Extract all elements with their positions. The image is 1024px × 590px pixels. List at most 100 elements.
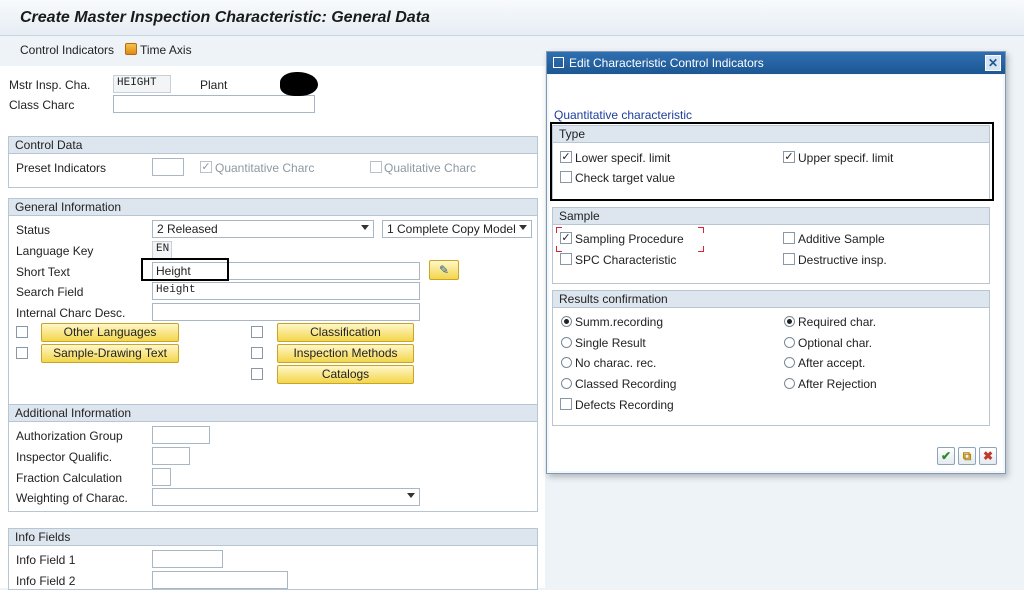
- edit-window-icon: [553, 57, 564, 68]
- language-key-field[interactable]: EN: [152, 241, 172, 259]
- status-select[interactable]: 2 Released: [152, 220, 374, 238]
- status-value: 2 Released: [157, 222, 218, 236]
- focus-corner: [698, 246, 704, 252]
- plant-label: Plant: [200, 78, 228, 92]
- class-charc-label: Class Charc: [9, 98, 75, 112]
- optional-char-radio[interactable]: [784, 337, 795, 348]
- qualitative-charc-label: Qualitative Charc: [384, 161, 477, 175]
- weighting-label: Weighting of Charac.: [16, 491, 128, 505]
- chevron-down-icon: [407, 493, 415, 498]
- after-accept-radio[interactable]: [784, 357, 795, 368]
- results-confirmation-header: Results confirmation: [553, 291, 989, 308]
- single-result-radio[interactable]: [561, 337, 572, 348]
- chevron-down-icon: [519, 225, 527, 230]
- defects-recording-checkbox[interactable]: [560, 398, 572, 410]
- sample-header: Sample: [553, 208, 989, 225]
- additional-information-header: Additional Information: [9, 405, 537, 422]
- control-indicators-button[interactable]: Control Indicators: [20, 43, 114, 57]
- additive-sample-label: Additive Sample: [798, 232, 885, 246]
- copy-model-select[interactable]: 1 Complete Copy Model: [382, 220, 532, 238]
- fraction-calculation-field[interactable]: [152, 468, 171, 486]
- authorization-group-field[interactable]: [152, 426, 210, 444]
- catalogs-checkbox[interactable]: [251, 368, 263, 380]
- spc-characteristic-label: SPC Characteristic: [575, 253, 677, 267]
- no-charac-rec-label: No charac. rec.: [575, 356, 657, 370]
- info-field-2-label: Info Field 2: [16, 574, 76, 588]
- time-axis-button[interactable]: Time Axis: [125, 43, 192, 57]
- after-accept-label: After accept.: [798, 356, 866, 370]
- control-data-header: Control Data: [9, 137, 537, 154]
- internal-charc-field[interactable]: [152, 303, 420, 321]
- sample-drawing-button[interactable]: Sample-Drawing Text: [41, 344, 179, 363]
- inspector-qualific-label: Inspector Qualific.: [16, 450, 113, 464]
- results-confirmation-group: Results confirmation Summ.recording Sing…: [552, 290, 990, 426]
- info-field-1-input[interactable]: [152, 550, 223, 568]
- page-title: Create Master Inspection Characteristic:…: [20, 9, 430, 26]
- edit-long-text-button[interactable]: ✎: [429, 260, 459, 280]
- inspection-methods-button[interactable]: Inspection Methods: [277, 344, 414, 363]
- qualitative-charc-checkbox[interactable]: [370, 161, 382, 173]
- weighting-select[interactable]: [152, 488, 420, 506]
- spc-characteristic-checkbox[interactable]: [560, 253, 572, 265]
- sample-drawing-checkbox[interactable]: [16, 347, 28, 359]
- preset-indicators-field[interactable]: [152, 158, 184, 176]
- sample-group: Sample ✓ Sampling Procedure Additive Sam…: [552, 207, 990, 284]
- classification-button[interactable]: Classification: [277, 323, 414, 342]
- info-field-2-input[interactable]: [152, 571, 288, 589]
- copy-button[interactable]: ⧉: [958, 447, 976, 465]
- search-field-input[interactable]: Height: [152, 282, 420, 300]
- summ-recording-label: Summ.recording: [575, 315, 664, 329]
- catalogs-button[interactable]: Catalogs: [277, 365, 414, 384]
- redaction-mark: [280, 72, 318, 96]
- info-fields-group: Info Fields Info Field 1 Info Field 2: [8, 528, 538, 590]
- mstr-insp-label: Mstr Insp. Cha.: [9, 78, 91, 92]
- other-languages-button[interactable]: Other Languages: [41, 323, 179, 342]
- class-charc-field[interactable]: [113, 95, 315, 113]
- dialog-title: Edit Characteristic Control Indicators: [569, 56, 764, 70]
- focus-corner: [698, 227, 704, 233]
- general-information-header: General Information: [9, 199, 537, 216]
- time-axis-icon: [125, 43, 137, 55]
- sampling-procedure-checkbox[interactable]: ✓: [560, 232, 572, 244]
- classed-recording-label: Classed Recording: [575, 377, 677, 391]
- preset-indicators-label: Preset Indicators: [16, 161, 107, 175]
- summ-recording-radio[interactable]: [561, 316, 572, 327]
- additional-information-group: Additional Information Authorization Gro…: [8, 404, 538, 512]
- copy-model-value: 1 Complete Copy Model: [387, 222, 516, 236]
- fraction-calculation-label: Fraction Calculation: [16, 471, 123, 485]
- destructive-insp-checkbox[interactable]: [783, 253, 795, 265]
- dialog-subtitle: Quantitative characteristic: [554, 108, 693, 122]
- authorization-group-label: Authorization Group: [16, 429, 123, 443]
- info-field-1-label: Info Field 1: [16, 553, 76, 567]
- pencil-icon: ✎: [438, 263, 450, 277]
- short-text-label: Short Text: [16, 265, 70, 279]
- quantitative-charc-label: Quantitative Charc: [215, 161, 315, 175]
- classification-checkbox[interactable]: [251, 326, 263, 338]
- chevron-down-icon: [361, 225, 369, 230]
- type-highlight: [550, 122, 994, 201]
- inspection-methods-checkbox[interactable]: [251, 347, 263, 359]
- focus-corner: [556, 246, 562, 252]
- focus-corner: [556, 227, 562, 233]
- optional-char-label: Optional char.: [798, 336, 873, 350]
- inspector-qualific-field[interactable]: [152, 447, 190, 465]
- language-key-label: Language Key: [16, 244, 94, 258]
- required-char-label: Required char.: [798, 315, 877, 329]
- dialog-title-bar: Edit Characteristic Control Indicators ✕: [547, 52, 1005, 74]
- after-rejection-radio[interactable]: [784, 378, 795, 389]
- quantitative-charc-checkbox[interactable]: ✓: [200, 161, 212, 173]
- close-button[interactable]: ✕: [985, 55, 1001, 71]
- dialog-body: Quantitative characteristic Type ✓ Lower…: [549, 75, 1003, 471]
- control-indicators-dialog: Edit Characteristic Control Indicators ✕…: [546, 51, 1006, 474]
- mstr-insp-field[interactable]: HEIGHT: [113, 75, 171, 93]
- classed-recording-radio[interactable]: [561, 378, 572, 389]
- title-bar: Create Master Inspection Characteristic:…: [0, 0, 1024, 36]
- other-languages-checkbox[interactable]: [16, 326, 28, 338]
- required-char-radio[interactable]: [784, 316, 795, 327]
- main-area: Mstr Insp. Cha. HEIGHT Plant Class Charc…: [0, 66, 545, 590]
- no-charac-rec-radio[interactable]: [561, 357, 572, 368]
- additive-sample-checkbox[interactable]: [783, 232, 795, 244]
- short-text-highlight: [141, 258, 229, 281]
- confirm-button[interactable]: ✔: [937, 447, 955, 465]
- cancel-button[interactable]: ✖: [979, 447, 997, 465]
